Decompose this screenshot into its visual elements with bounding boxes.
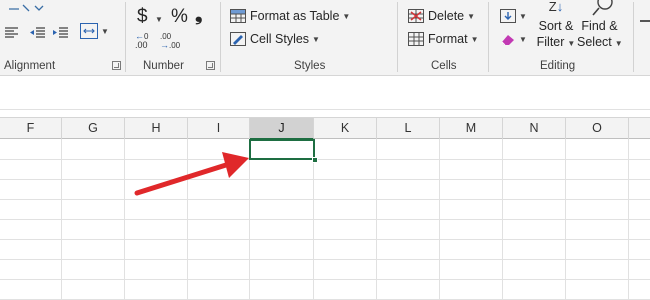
column-header-h[interactable]: H xyxy=(125,118,188,139)
group-separator xyxy=(125,2,126,72)
grid-line xyxy=(0,279,650,280)
chevron-down-icon: ▼ xyxy=(614,39,623,48)
magnifier-icon xyxy=(577,0,622,18)
format-as-table-label: Format as Table xyxy=(250,9,340,23)
cell-styles-label: Cell Styles xyxy=(250,32,310,46)
column-header-i[interactable]: I xyxy=(188,118,250,139)
align-left-icon[interactable] xyxy=(5,26,19,44)
group-label-alignment: Alignment xyxy=(4,60,56,72)
ribbon-overflow-icon[interactable] xyxy=(640,20,650,22)
decrease-decimal-label: .00 xyxy=(169,41,181,50)
percent-button[interactable]: % xyxy=(171,6,188,28)
column-header-k[interactable]: K xyxy=(314,118,377,139)
grid-line xyxy=(0,159,650,160)
group-separator xyxy=(397,2,398,72)
clear-button[interactable]: ▼ xyxy=(500,32,527,46)
chevron-down-icon: ▼ xyxy=(342,11,351,21)
find-select-button[interactable]: Find & Select ▼ xyxy=(577,0,623,56)
column-header-l[interactable]: L xyxy=(377,118,440,139)
comma-style-button[interactable]: ❟ xyxy=(195,4,202,26)
group-label-cells: Cells xyxy=(431,60,457,72)
grid-line xyxy=(0,219,650,220)
delete-button[interactable]: Delete ▼ xyxy=(408,9,475,23)
chevron-down-icon: ▼ xyxy=(312,34,320,44)
group-label-styles: Styles xyxy=(294,60,326,72)
column-header-j[interactable]: J xyxy=(250,118,314,140)
grid-line xyxy=(0,199,650,200)
grid-line xyxy=(0,179,650,180)
table-grid-icon xyxy=(230,9,246,23)
format-button[interactable]: Format ▼ xyxy=(408,32,479,46)
cell-styles-button[interactable]: Cell Styles ▼ xyxy=(230,32,320,46)
sort-filter-label-bottom: Filter xyxy=(536,35,565,49)
delete-cells-icon xyxy=(408,9,424,23)
chevron-down-icon: ▼ xyxy=(470,34,479,44)
format-as-table-button[interactable]: Format as Table ▼ xyxy=(230,9,350,23)
format-cells-icon xyxy=(408,32,424,46)
group-separator xyxy=(488,2,489,72)
active-cell-j[interactable] xyxy=(249,139,315,160)
column-header-f[interactable]: F xyxy=(0,118,62,139)
group-separator xyxy=(633,2,634,72)
grid-line xyxy=(0,259,650,260)
chevron-down-icon: ▼ xyxy=(467,11,476,21)
merge-center-icon[interactable]: ▼ xyxy=(80,23,109,39)
ribbon: ▼ Alignment $ ▼ % ❟ ←0.00 .00 →.00 Number… xyxy=(0,0,650,76)
decrease-indent-icon[interactable] xyxy=(30,26,46,44)
wrap-text-icon[interactable] xyxy=(5,0,45,12)
column-header-n[interactable]: N xyxy=(503,118,566,139)
format-label: Format xyxy=(428,32,468,46)
eraser-icon xyxy=(501,35,514,46)
column-header-o[interactable]: O xyxy=(566,118,629,139)
group-label-editing: Editing xyxy=(540,60,576,72)
alignment-launcher-icon[interactable] xyxy=(112,61,121,70)
chevron-down-icon: ▼ xyxy=(155,15,163,24)
formula-bar-area xyxy=(0,77,650,110)
find-select-label-top: Find & xyxy=(581,19,618,33)
sort-az-icon: Z↓ xyxy=(548,0,564,14)
sort-filter-button[interactable]: Z↓ Sort & Filter ▼ xyxy=(536,0,576,56)
fill-down-icon xyxy=(500,9,516,23)
currency-button[interactable]: $ xyxy=(137,6,148,28)
chevron-down-icon: ▼ xyxy=(519,11,527,21)
find-select-label-bottom: Select xyxy=(577,35,612,49)
sort-filter-label-top: Sort & xyxy=(538,19,574,33)
grid-line xyxy=(0,239,650,240)
column-header-row: F G H I J K L M N O xyxy=(0,117,650,140)
decrease-decimal-button[interactable]: .00 →.00 xyxy=(160,32,180,52)
increase-decimal-button[interactable]: ←0.00 xyxy=(135,32,155,52)
group-label-number: Number xyxy=(143,60,184,72)
worksheet-grid[interactable] xyxy=(0,139,650,300)
column-header-g[interactable]: G xyxy=(62,118,125,139)
group-separator xyxy=(220,2,221,72)
number-launcher-icon[interactable] xyxy=(206,61,215,70)
fill-button[interactable]: ▼ xyxy=(500,9,527,23)
chevron-down-icon: ▼ xyxy=(567,39,576,48)
chevron-down-icon: ▼ xyxy=(519,34,527,44)
increase-decimal-label: .00 xyxy=(135,40,148,50)
fill-handle[interactable] xyxy=(312,157,318,163)
increase-indent-icon[interactable] xyxy=(53,26,69,44)
delete-label: Delete xyxy=(428,9,465,23)
column-header-m[interactable]: M xyxy=(440,118,503,139)
cell-styles-icon xyxy=(230,32,246,46)
chevron-down-icon: ▼ xyxy=(101,26,109,36)
